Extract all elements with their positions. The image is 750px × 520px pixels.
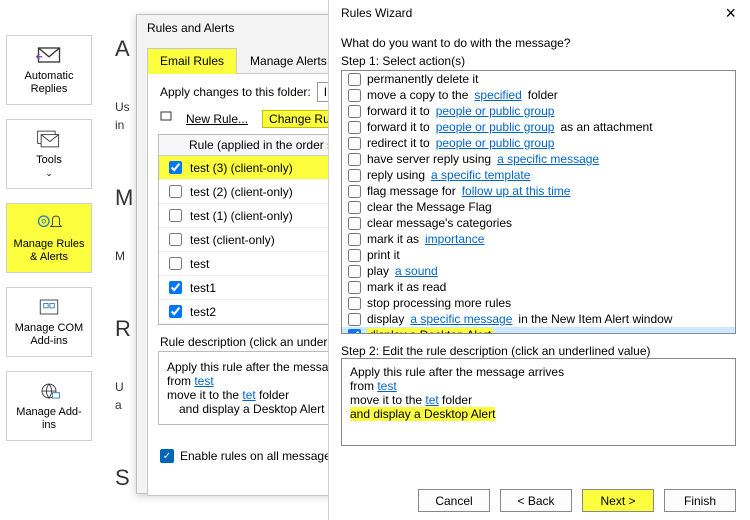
action-row[interactable]: reply using a specific template: [342, 167, 735, 183]
action-checkbox[interactable]: [348, 233, 361, 246]
folder-link[interactable]: tet: [242, 388, 255, 402]
action-row[interactable]: display a specific message in the New It…: [342, 311, 735, 327]
wizard-title: Rules Wizard: [341, 6, 412, 20]
action-checkbox[interactable]: [348, 169, 361, 182]
gear-bell-icon: [35, 212, 63, 234]
action-checkbox[interactable]: [348, 313, 361, 326]
rule-name: test1: [190, 281, 216, 295]
sidebar-item-label: Manage Add-ins: [16, 406, 81, 432]
globe-addin-icon: [35, 380, 63, 402]
rule-name: test (client-only): [190, 233, 275, 247]
action-checkbox[interactable]: [348, 121, 361, 134]
from-link[interactable]: test: [377, 379, 396, 393]
action-checkbox[interactable]: [348, 329, 361, 335]
rule-checkbox[interactable]: [169, 281, 182, 294]
action-param-link[interactable]: follow up at this time: [462, 184, 571, 198]
action-checkbox[interactable]: [348, 105, 361, 118]
sidebar-item-label: AutomaticReplies: [25, 70, 74, 96]
action-row[interactable]: clear the Message Flag: [342, 199, 735, 215]
sidebar-item-label: Tools⌄: [36, 154, 62, 180]
step1-label: Step 1: Select action(s): [341, 54, 736, 68]
action-checkbox[interactable]: [348, 153, 361, 166]
back-button[interactable]: < Back: [500, 489, 572, 512]
rule-checkbox[interactable]: [169, 305, 182, 318]
actions-list[interactable]: permanently delete itmove a copy to the …: [341, 70, 736, 334]
action-row[interactable]: forward it to people or public group as …: [342, 119, 735, 135]
rule-checkbox[interactable]: [169, 209, 182, 222]
step2-label: Step 2: Edit the rule description (click…: [341, 344, 736, 358]
action-row[interactable]: display a Desktop Alert: [342, 327, 735, 334]
cancel-button[interactable]: Cancel: [418, 489, 490, 512]
apply-changes-label: Apply changes to this folder:: [160, 85, 311, 99]
sidebar-item-tools[interactable]: Tools⌄: [6, 119, 92, 189]
enable-rules-checkbox[interactable]: ✓: [160, 449, 174, 463]
action-param-link[interactable]: a specific message: [497, 152, 599, 166]
envelope-reply-icon: [35, 44, 63, 66]
sidebar-item-manage-rules-alerts[interactable]: Manage Rules& Alerts: [6, 203, 92, 273]
action-param-link[interactable]: a specific template: [431, 168, 530, 182]
rules-wizard-dialog: Rules Wizard × What do you want to do wi…: [328, 0, 748, 520]
wizard-buttons: Cancel < Back Next > Finish: [418, 489, 736, 512]
new-rule-button[interactable]: New Rule...: [182, 110, 252, 128]
action-param-link[interactable]: people or public group: [436, 104, 555, 118]
addin-box-icon: [35, 296, 63, 318]
action-row[interactable]: flag message for follow up at this time: [342, 183, 735, 199]
action-param-link[interactable]: a specific message: [410, 312, 512, 326]
action-row[interactable]: redirect it to people or public group: [342, 135, 735, 151]
rule-checkbox[interactable]: [169, 185, 182, 198]
action-checkbox[interactable]: [348, 89, 361, 102]
sidebar-item-automatic-replies[interactable]: AutomaticReplies: [6, 35, 92, 105]
action-row[interactable]: have server reply using a specific messa…: [342, 151, 735, 167]
action-param-link[interactable]: people or public group: [436, 136, 555, 150]
action-row[interactable]: forward it to people or public group: [342, 103, 735, 119]
action-checkbox[interactable]: [348, 185, 361, 198]
action-checkbox[interactable]: [348, 73, 361, 86]
from-link[interactable]: test: [194, 374, 213, 388]
action-row[interactable]: stop processing more rules: [342, 295, 735, 311]
rule-name: test (3) (client-only): [190, 161, 293, 175]
rule-description-editor: Apply this rule after the message arrive…: [341, 358, 736, 446]
action-param-link[interactable]: people or public group: [436, 120, 555, 134]
action-row[interactable]: mark it as importance: [342, 231, 735, 247]
rule-name: test: [190, 257, 209, 271]
action-row[interactable]: move a copy to the specified folder: [342, 87, 735, 103]
action-checkbox[interactable]: [348, 217, 361, 230]
next-button[interactable]: Next >: [582, 489, 654, 512]
rule-checkbox[interactable]: [169, 257, 182, 270]
sidebar-item-manage-addins[interactable]: Manage Add-ins: [6, 371, 92, 441]
action-checkbox[interactable]: [348, 265, 361, 278]
new-rule-icon: [160, 110, 172, 122]
rule-name: test (2) (client-only): [190, 185, 293, 199]
sidebar-item-label: Manage COMAdd-ins: [15, 322, 83, 348]
rule-name: test (1) (client-only): [190, 209, 293, 223]
sidebar-item-manage-com-addins[interactable]: Manage COMAdd-ins: [6, 287, 92, 357]
action-row[interactable]: permanently delete it: [342, 71, 735, 87]
rule-checkbox[interactable]: [169, 161, 182, 174]
action-param-link[interactable]: a sound: [395, 264, 438, 278]
folder-link[interactable]: tet: [425, 393, 438, 407]
tab-manage-alerts[interactable]: Manage Alerts: [237, 48, 340, 74]
rule-name: test2: [190, 305, 216, 319]
options-sidebar: AutomaticReplies Tools⌄ Manage Rules& Al…: [0, 0, 108, 520]
wizard-prompt: What do you want to do with the message?: [341, 36, 736, 50]
enable-rules-label: Enable rules on all messages d: [180, 449, 347, 463]
close-icon[interactable]: ×: [725, 6, 736, 20]
action-param-link[interactable]: importance: [425, 232, 484, 246]
desktop-alert-highlight: and display a Desktop Alert: [350, 407, 495, 421]
action-row[interactable]: clear message's categories: [342, 215, 735, 231]
action-checkbox[interactable]: [348, 249, 361, 262]
action-row[interactable]: mark it as read: [342, 279, 735, 295]
action-checkbox[interactable]: [348, 281, 361, 294]
action-row[interactable]: play a sound: [342, 263, 735, 279]
action-checkbox[interactable]: [348, 201, 361, 214]
envelope-stack-icon: [35, 128, 63, 150]
action-checkbox[interactable]: [348, 297, 361, 310]
finish-button[interactable]: Finish: [664, 489, 736, 512]
action-row[interactable]: print it: [342, 247, 735, 263]
action-checkbox[interactable]: [348, 137, 361, 150]
rule-checkbox[interactable]: [169, 233, 182, 246]
sidebar-item-label: Manage Rules& Alerts: [14, 238, 85, 264]
tab-email-rules[interactable]: Email Rules: [147, 48, 237, 74]
action-param-link[interactable]: specified: [474, 88, 521, 102]
